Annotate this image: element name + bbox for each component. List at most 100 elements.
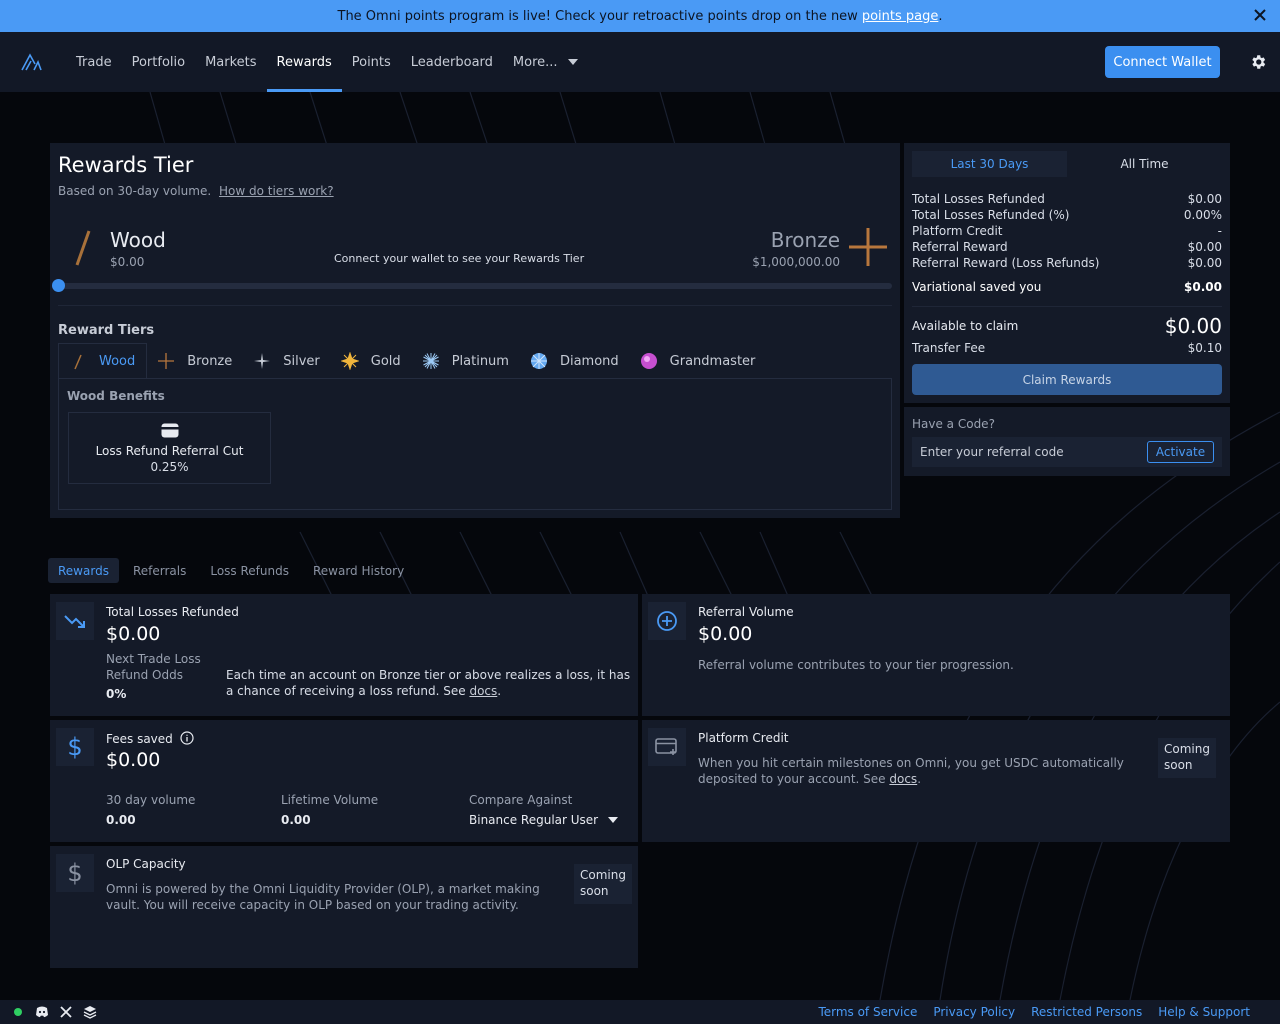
refund-odds-value: 0% bbox=[106, 687, 127, 701]
tab-label: Gold bbox=[370, 353, 401, 369]
card-icon bbox=[161, 423, 179, 438]
tab-label: Platinum bbox=[451, 353, 509, 369]
gold-icon bbox=[340, 352, 359, 370]
tab-wood[interactable]: Wood bbox=[58, 343, 148, 379]
credit-card-plus-icon bbox=[655, 738, 677, 755]
stat-total-losses-refunded-pct: Total Losses Refunded (%) 0.00% bbox=[912, 208, 1222, 222]
bronze-icon bbox=[158, 353, 175, 369]
stat-variational-saved: Variational saved you $0.00 bbox=[912, 280, 1222, 294]
terms-link[interactable]: Terms of Service bbox=[818, 1005, 917, 1019]
tab-reward-history[interactable]: Reward History bbox=[303, 558, 414, 583]
tier-tabs: Wood Bronze Silver Gold Platinum Diamond… bbox=[58, 343, 766, 379]
tab-label: Diamond bbox=[559, 353, 619, 369]
divider bbox=[912, 306, 1222, 307]
dollar-icon: $ bbox=[67, 733, 83, 761]
stat-transfer-fee: Transfer Fee $0.10 bbox=[912, 341, 1222, 355]
current-tier-name: Wood bbox=[110, 228, 166, 252]
privacy-link[interactable]: Privacy Policy bbox=[933, 1005, 1015, 1019]
docs-link[interactable]: docs bbox=[469, 684, 497, 698]
nav-links: Trade Portfolio Markets Rewards Points L… bbox=[66, 32, 588, 92]
rewards-tier-panel: Rewards Tier Based on 30-day volume. How… bbox=[50, 143, 900, 518]
stat-referral-reward-loss-refunds: Referral Reward (Loss Refunds) $0.00 bbox=[912, 256, 1222, 270]
gear-icon[interactable] bbox=[1249, 53, 1267, 71]
nav-trade[interactable]: Trade bbox=[66, 32, 122, 92]
benefits-title: Wood Benefits bbox=[67, 389, 165, 403]
benefit-card: Loss Refund Referral Cut 0.25% bbox=[68, 412, 271, 484]
docs-link[interactable]: docs bbox=[889, 772, 917, 786]
nav-markets[interactable]: Markets bbox=[195, 32, 266, 92]
restricted-persons-link[interactable]: Restricted Persons bbox=[1031, 1005, 1142, 1019]
banner-suffix: . bbox=[938, 8, 943, 24]
refund-odds-label: Next Trade Loss Refund Odds bbox=[106, 652, 201, 682]
nav-more-dropdown[interactable]: More... bbox=[503, 32, 588, 92]
points-page-link[interactable]: points page bbox=[862, 9, 939, 24]
nav-rewards[interactable]: Rewards bbox=[266, 32, 342, 92]
x-twitter-icon[interactable] bbox=[59, 1005, 73, 1019]
benefit-label: Loss Refund Referral Cut bbox=[95, 444, 244, 458]
card-title: Fees saved bbox=[106, 731, 194, 746]
tab-bronze[interactable]: Bronze bbox=[147, 343, 243, 379]
divider bbox=[58, 305, 892, 306]
footer: Terms of Service Privacy Policy Restrict… bbox=[0, 1000, 1280, 1024]
connect-wallet-message: Connect your wallet to see your Rewards … bbox=[334, 252, 585, 265]
close-icon[interactable] bbox=[1252, 7, 1268, 23]
next-tier-name: Bronze bbox=[770, 228, 840, 252]
olp-capacity-card: $ OLP Capacity Omni is powered by the Om… bbox=[50, 846, 638, 968]
stat-value: 0.00% bbox=[1183, 208, 1222, 222]
platinum-icon bbox=[422, 353, 439, 369]
stat-value: $0.00 bbox=[1187, 240, 1222, 254]
tab-all-time[interactable]: All Time bbox=[1067, 151, 1222, 177]
card-value: $0.00 bbox=[698, 623, 753, 645]
status-indicator bbox=[14, 1008, 22, 1016]
chevron-down-icon bbox=[608, 817, 619, 823]
claim-rewards-button[interactable]: Claim Rewards bbox=[912, 364, 1222, 395]
olp-description: Omni is powered by the Omni Liquidity Pr… bbox=[106, 882, 540, 912]
discord-icon[interactable] bbox=[35, 1005, 49, 1019]
vol30-label: 30 day volume bbox=[106, 793, 196, 807]
tab-loss-refunds[interactable]: Loss Refunds bbox=[200, 558, 299, 583]
stat-value: $0.10 bbox=[1187, 341, 1222, 355]
tab-last-30-days[interactable]: Last 30 Days bbox=[912, 151, 1067, 177]
card-title: Platform Credit bbox=[698, 731, 789, 745]
help-support-link[interactable]: Help & Support bbox=[1158, 1005, 1250, 1019]
stat-label: Variational saved you bbox=[912, 280, 1042, 294]
docs-stack-icon[interactable] bbox=[83, 1005, 97, 1019]
tab-platinum[interactable]: Platinum bbox=[412, 343, 520, 379]
nav-portfolio[interactable]: Portfolio bbox=[122, 32, 195, 92]
tab-grandmaster[interactable]: Grandmaster bbox=[630, 343, 767, 379]
grandmaster-icon bbox=[640, 353, 657, 369]
compare-against-label: Compare Against bbox=[469, 793, 573, 807]
omni-logo-icon[interactable] bbox=[20, 52, 42, 72]
stat-value: $0.00 bbox=[1187, 192, 1222, 206]
tab-silver[interactable]: Silver bbox=[243, 343, 331, 379]
footer-links: Terms of Service Privacy Policy Restrict… bbox=[818, 1000, 1250, 1024]
icon-box: $ bbox=[56, 854, 94, 892]
current-tier-amount: $0.00 bbox=[110, 255, 145, 269]
icon-box: $ bbox=[56, 728, 94, 766]
info-icon[interactable] bbox=[180, 731, 194, 745]
stat-label: Referral Reward bbox=[912, 240, 1008, 254]
compare-against-select[interactable]: Binance Regular User bbox=[469, 813, 619, 827]
announcement-banner: The Omni points program is live! Check y… bbox=[0, 0, 1280, 32]
tab-label: Grandmaster bbox=[669, 353, 756, 369]
dollar-icon: $ bbox=[67, 859, 83, 887]
icon-box bbox=[648, 728, 686, 766]
loss-refund-description: Each time an account on Bronze tier or a… bbox=[226, 667, 634, 699]
tab-rewards[interactable]: Rewards bbox=[48, 558, 119, 583]
nav-leaderboard[interactable]: Leaderboard bbox=[401, 32, 503, 92]
card-value: $0.00 bbox=[106, 623, 161, 645]
rewards-section-tabs: Rewards Referrals Loss Refunds Reward Hi… bbox=[48, 558, 418, 583]
rewards-summary-panel: Last 30 Days All Time Total Losses Refun… bbox=[904, 143, 1230, 403]
benefits-box: Wood Benefits Loss Refund Referral Cut 0… bbox=[58, 378, 892, 510]
tab-diamond[interactable]: Diamond bbox=[520, 343, 630, 379]
tab-referrals[interactable]: Referrals bbox=[123, 558, 196, 583]
how-tiers-work-link[interactable]: How do tiers work? bbox=[219, 184, 334, 198]
activate-button[interactable]: Activate bbox=[1147, 441, 1214, 463]
stat-label: Transfer Fee bbox=[912, 341, 986, 355]
stat-label: Referral Reward (Loss Refunds) bbox=[912, 256, 1100, 270]
stat-referral-reward: Referral Reward $0.00 bbox=[912, 240, 1222, 254]
nav-points[interactable]: Points bbox=[342, 32, 401, 92]
connect-wallet-button[interactable]: Connect Wallet bbox=[1105, 46, 1220, 78]
referral-volume-card: Referral Volume $0.00 Referral volume co… bbox=[642, 594, 1230, 716]
tab-gold[interactable]: Gold bbox=[331, 343, 412, 379]
